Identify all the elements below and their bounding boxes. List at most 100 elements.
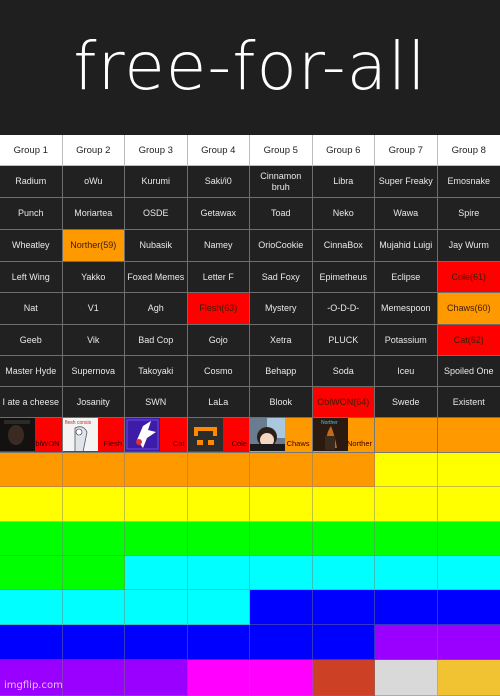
contestant-cell: Wawa xyxy=(375,198,438,230)
color-cell xyxy=(312,590,375,625)
contestant-cell: Iceu xyxy=(375,356,438,387)
contestant-cell: Blook xyxy=(250,387,313,418)
color-cell xyxy=(312,660,375,696)
color-cell xyxy=(312,453,375,487)
contestant-cell: Left Wing xyxy=(0,262,63,293)
table-row: Nat V1 Agh Flesh(63) Mystery -O-D-D- Memespoon… xyxy=(0,293,500,325)
table-row: Punch Moriartea OSDE Getawax Toad Neko Wawa Spi… xyxy=(0,198,500,230)
color-cell xyxy=(62,522,125,556)
color-row xyxy=(0,590,500,625)
watermark: imgflip.com xyxy=(4,680,63,691)
contestant-rows: Radium oWu Kurumi Saki/i0 Cinnamon bruh Libra… xyxy=(0,166,500,418)
color-cell xyxy=(125,522,188,556)
contestant-cell: PLUCK xyxy=(312,325,375,356)
color-cell xyxy=(312,487,375,522)
contestant-cell: Foxed Memes xyxy=(125,262,188,293)
column-header: Group 4 xyxy=(187,135,250,166)
color-cell xyxy=(375,625,438,660)
contestant-cell: Neko xyxy=(312,198,375,230)
contestant-cell: Eclipse xyxy=(375,262,438,293)
contestant-cell: Wheatley xyxy=(0,230,63,262)
color-cell xyxy=(375,556,438,590)
contestant-cell: Memespoon xyxy=(375,293,438,325)
color-cell xyxy=(250,522,313,556)
contestant-cell: V1 xyxy=(62,293,125,325)
column-header: Group 8 xyxy=(437,135,500,166)
contestant-thumbnail-icon xyxy=(187,418,223,451)
contestant-cell: Chaws(60) xyxy=(437,293,500,325)
contestant-cell: Xetra xyxy=(250,325,313,356)
contestant-cell: OSDE xyxy=(125,198,188,230)
color-cell xyxy=(375,487,438,522)
color-cell xyxy=(125,625,188,660)
contestant-cell: Epimetheus xyxy=(312,262,375,293)
color-cell xyxy=(187,660,250,696)
contestant-cell: OrioCookie xyxy=(250,230,313,262)
svg-text:flesh consis: flesh consis xyxy=(65,420,92,426)
contestant-cell: Master Hyde xyxy=(0,356,63,387)
color-cell xyxy=(250,660,313,696)
contestant-cell: Cat(62) xyxy=(437,325,500,356)
column-header: Group 5 xyxy=(250,135,313,166)
contestant-cell: Vik xyxy=(62,325,125,356)
eliminated-cell: flesh consis Flesh xyxy=(62,418,125,453)
color-cell xyxy=(0,453,63,487)
contestant-cell: Bad Cop xyxy=(125,325,188,356)
contestant-cell: Jay Wurm xyxy=(437,230,500,262)
color-row xyxy=(0,522,500,556)
contestant-cell: Soda xyxy=(312,356,375,387)
color-cell xyxy=(437,522,500,556)
contestant-cell: Supernova xyxy=(62,356,125,387)
eliminated-cell: Chaws xyxy=(250,418,313,453)
contestant-cell: Mystery xyxy=(250,293,313,325)
color-cell xyxy=(375,590,438,625)
color-row xyxy=(0,487,500,522)
contestant-cell: oWu xyxy=(62,166,125,198)
contestant-cell: Kurumi xyxy=(125,166,188,198)
contestant-cell: Spoiled One xyxy=(437,356,500,387)
color-cell xyxy=(0,556,63,590)
header-row: Group 1 Group 2 Group 3 Group 4 Group 5 Group… xyxy=(0,135,500,166)
color-cell xyxy=(125,660,188,696)
contestant-cell: Potassium xyxy=(375,325,438,356)
eliminated-label: ObiWON xyxy=(29,439,60,448)
contestant-cell: Cosmo xyxy=(187,356,250,387)
table-row: Left Wing Yakko Foxed Memes Letter F Sad Fox… xyxy=(0,262,500,293)
contestant-thumbnail-icon xyxy=(250,418,285,451)
contestant-cell: Nubasik xyxy=(125,230,188,262)
color-cell xyxy=(0,590,63,625)
contestant-cell: Libra xyxy=(312,166,375,198)
color-cell xyxy=(312,522,375,556)
color-cell xyxy=(375,453,438,487)
eliminated-cell: Cole xyxy=(187,418,250,453)
contestant-cell: ObiWON(64) xyxy=(312,387,375,418)
eliminated-cell: ObiWON xyxy=(0,418,63,453)
color-cell xyxy=(62,487,125,522)
contestant-cell: Spire xyxy=(437,198,500,230)
contestant-cell: Flesh(63) xyxy=(187,293,250,325)
color-cell xyxy=(250,590,313,625)
color-cell xyxy=(125,487,188,522)
contestant-cell: Gojo xyxy=(187,325,250,356)
contestant-cell: Cinnamon bruh xyxy=(250,166,313,198)
contestant-cell: Namey xyxy=(187,230,250,262)
color-cell xyxy=(125,556,188,590)
table-row: I ate a cheese Josanity SWN LaLa Blook ObiWON… xyxy=(0,387,500,418)
column-header: Group 3 xyxy=(125,135,188,166)
contestant-cell: Cole(61) xyxy=(437,262,500,293)
contestant-cell: Nat xyxy=(0,293,63,325)
column-header: Group 6 xyxy=(312,135,375,166)
color-cell xyxy=(187,453,250,487)
color-cell xyxy=(62,590,125,625)
contestant-cell: Radium xyxy=(0,166,63,198)
column-header: Group 7 xyxy=(375,135,438,166)
color-cell xyxy=(187,487,250,522)
color-cell xyxy=(250,487,313,522)
color-row xyxy=(0,556,500,590)
contestant-cell: Saki/i0 xyxy=(187,166,250,198)
table-row: Master Hyde Supernova Takoyaki Cosmo Behapp S… xyxy=(0,356,500,387)
contestant-cell: LaLa xyxy=(187,387,250,418)
color-cell xyxy=(0,522,63,556)
contestant-cell: -O-D-D- xyxy=(312,293,375,325)
table-row: Radium oWu Kurumi Saki/i0 Cinnamon bruh Libra… xyxy=(0,166,500,198)
